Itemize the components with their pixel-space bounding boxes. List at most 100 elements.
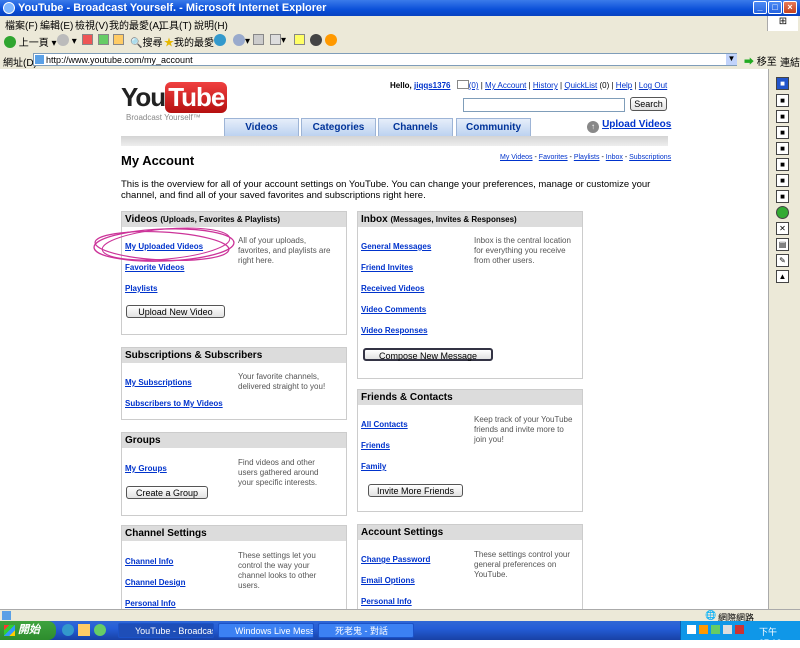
taskbar-item-conversation[interactable]: 死老鬼 - 對話 bbox=[318, 623, 414, 638]
menu-view[interactable]: 檢視(V) bbox=[75, 17, 108, 32]
media-button[interactable] bbox=[214, 34, 226, 47]
family-link[interactable]: Family bbox=[361, 462, 386, 471]
my-account-link[interactable]: My Account bbox=[485, 81, 526, 90]
tray-icon-5[interactable] bbox=[735, 625, 744, 634]
sidebar-tool-12-icon[interactable]: ▲ bbox=[776, 270, 789, 283]
quicklist-link[interactable]: QuickList bbox=[564, 81, 597, 90]
tab-videos[interactable]: Videos bbox=[224, 118, 299, 136]
playlists-link[interactable]: Playlists bbox=[125, 284, 157, 293]
menu-file[interactable]: 檔案(F) bbox=[5, 17, 38, 32]
video-responses-link[interactable]: Video Responses bbox=[361, 326, 428, 335]
search-button[interactable]: 🔍搜尋 bbox=[130, 34, 162, 49]
invite-friends-button[interactable]: Invite More Friends bbox=[368, 484, 463, 497]
sidebar-globe-icon[interactable] bbox=[776, 206, 789, 219]
tab-categories[interactable]: Categories bbox=[301, 118, 376, 136]
forward-button[interactable]: ▾ bbox=[57, 34, 77, 47]
my-subscriptions-link[interactable]: My Subscriptions bbox=[125, 378, 192, 387]
email-options-link[interactable]: Email Options bbox=[361, 576, 415, 585]
compose-message-button[interactable]: Compose New Message bbox=[363, 348, 493, 361]
home-button[interactable] bbox=[113, 34, 124, 46]
upload-new-video-button[interactable]: Upload New Video bbox=[126, 305, 225, 318]
sidebar-close-icon[interactable]: ✕ bbox=[776, 222, 789, 235]
sidebar-tool-1-icon[interactable]: ■ bbox=[776, 77, 789, 90]
menu-edit[interactable]: 編輯(E) bbox=[40, 17, 73, 32]
taskbar-item-youtube[interactable]: YouTube - Broadcast... bbox=[118, 623, 214, 638]
tray-icon-1[interactable] bbox=[687, 625, 696, 634]
search-input[interactable] bbox=[463, 98, 625, 112]
help-link[interactable]: Help bbox=[616, 81, 632, 90]
inbox-count-link[interactable]: (0) bbox=[469, 81, 479, 90]
upload-videos-link[interactable]: ↑ Upload Videos bbox=[587, 118, 671, 133]
sidebar-tool-10-icon[interactable]: ▤ bbox=[776, 238, 789, 251]
sidebar-tool-8-icon[interactable]: ■ bbox=[776, 190, 789, 203]
my-groups-link[interactable]: My Groups bbox=[125, 464, 167, 473]
channel-design-link[interactable]: Channel Design bbox=[125, 578, 185, 587]
create-group-button[interactable]: Create a Group bbox=[126, 486, 208, 499]
menu-help[interactable]: 說明(H) bbox=[194, 17, 228, 32]
sidebar-pen-icon[interactable]: ✎ bbox=[776, 254, 789, 267]
friends-link[interactable]: Friends bbox=[361, 441, 390, 450]
favorites-button[interactable]: ★我的最愛 bbox=[164, 34, 214, 49]
menu-tools[interactable]: 工具(T) bbox=[159, 17, 192, 32]
address-dropdown[interactable]: ▼ bbox=[726, 54, 737, 65]
quick-link-inbox[interactable]: Inbox bbox=[606, 154, 623, 161]
subscriptions-header: Subscriptions & Subscribers bbox=[122, 348, 346, 363]
sidebar-tool-4-icon[interactable]: ■ bbox=[776, 126, 789, 139]
print-button[interactable] bbox=[253, 34, 264, 46]
channel-info-link[interactable]: Channel Info bbox=[125, 557, 173, 566]
tray-icon-3[interactable] bbox=[711, 625, 720, 634]
quicklaunch-ie-icon[interactable] bbox=[62, 624, 74, 636]
tray-icon-4[interactable] bbox=[723, 625, 732, 634]
sidebar-tool-5-icon[interactable]: ■ bbox=[776, 142, 789, 155]
all-contacts-link[interactable]: All Contacts bbox=[361, 420, 408, 429]
sidebar-tool-6-icon[interactable]: ■ bbox=[776, 158, 789, 171]
stop-icon bbox=[82, 34, 93, 45]
friend-invites-link[interactable]: Friend Invites bbox=[361, 263, 413, 272]
change-password-link[interactable]: Change Password bbox=[361, 555, 430, 564]
account-personal-info-link[interactable]: Personal Info bbox=[361, 597, 412, 606]
stop-button[interactable] bbox=[82, 34, 93, 46]
subscribers-link[interactable]: Subscribers to My Videos bbox=[125, 399, 223, 408]
quicklaunch-messenger-icon[interactable] bbox=[94, 624, 106, 636]
quick-link-subscriptions[interactable]: Subscriptions bbox=[629, 154, 671, 161]
logout-link[interactable]: Log Out bbox=[639, 81, 667, 90]
received-videos-link[interactable]: Received Videos bbox=[361, 284, 424, 293]
close-button[interactable]: × bbox=[783, 1, 797, 14]
links-label[interactable]: 連結 bbox=[780, 54, 800, 69]
web-page: You Tube Broadcast Yourself™ Hello, jiqqs… bbox=[0, 69, 768, 609]
system-tray: 下午 07:13 bbox=[680, 621, 800, 648]
video-comments-link[interactable]: Video Comments bbox=[361, 305, 426, 314]
go-button[interactable]: ➡ 移至 bbox=[744, 53, 777, 68]
sidebar-tool-3-icon[interactable]: ■ bbox=[776, 110, 789, 123]
quick-link-playlists[interactable]: Playlists bbox=[574, 154, 600, 161]
taskbar-item-messenger[interactable]: Windows Live Messen... bbox=[218, 623, 314, 638]
messenger-button[interactable] bbox=[310, 34, 322, 47]
quick-link-favorites[interactable]: Favorites bbox=[539, 154, 568, 161]
history-button[interactable]: ▾ bbox=[233, 34, 250, 47]
username-link[interactable]: jiqqs1376 bbox=[414, 81, 450, 90]
note-button[interactable] bbox=[294, 34, 305, 46]
quick-link-my-videos[interactable]: My Videos bbox=[500, 154, 533, 161]
tab-channels[interactable]: Channels bbox=[378, 118, 453, 136]
general-messages-link[interactable]: General Messages bbox=[361, 242, 431, 251]
edit-button[interactable]: ▾ bbox=[270, 34, 286, 46]
smiley-button[interactable] bbox=[325, 34, 337, 47]
start-button[interactable]: 開始 bbox=[0, 621, 56, 640]
forward-arrow-icon bbox=[57, 34, 69, 46]
quicklaunch-folder-icon[interactable] bbox=[78, 624, 90, 636]
youtube-logo[interactable]: You Tube bbox=[121, 82, 228, 113]
refresh-button[interactable] bbox=[98, 34, 109, 46]
history-link[interactable]: History bbox=[533, 81, 558, 90]
back-button[interactable]: 上一頁 ▾ bbox=[4, 34, 57, 49]
address-input[interactable]: http://www.youtube.com/my_account bbox=[33, 53, 737, 66]
sidebar-tool-2-icon[interactable]: ■ bbox=[776, 94, 789, 107]
minimize-button[interactable]: _ bbox=[753, 1, 767, 14]
tab-community[interactable]: Community bbox=[456, 118, 531, 136]
personal-info-link[interactable]: Personal Info bbox=[125, 599, 176, 608]
tray-icon-2[interactable] bbox=[699, 625, 708, 634]
menu-favorites[interactable]: 我的最愛(A) bbox=[109, 17, 162, 32]
sidebar-tool-7-icon[interactable]: ■ bbox=[776, 174, 789, 187]
menu-bar: 檔案(F) 編輯(E) 檢視(V) 我的最愛(A) 工具(T) 說明(H) bbox=[0, 16, 800, 32]
maximize-button[interactable]: □ bbox=[768, 1, 782, 14]
search-submit-button[interactable]: Search bbox=[630, 97, 667, 111]
